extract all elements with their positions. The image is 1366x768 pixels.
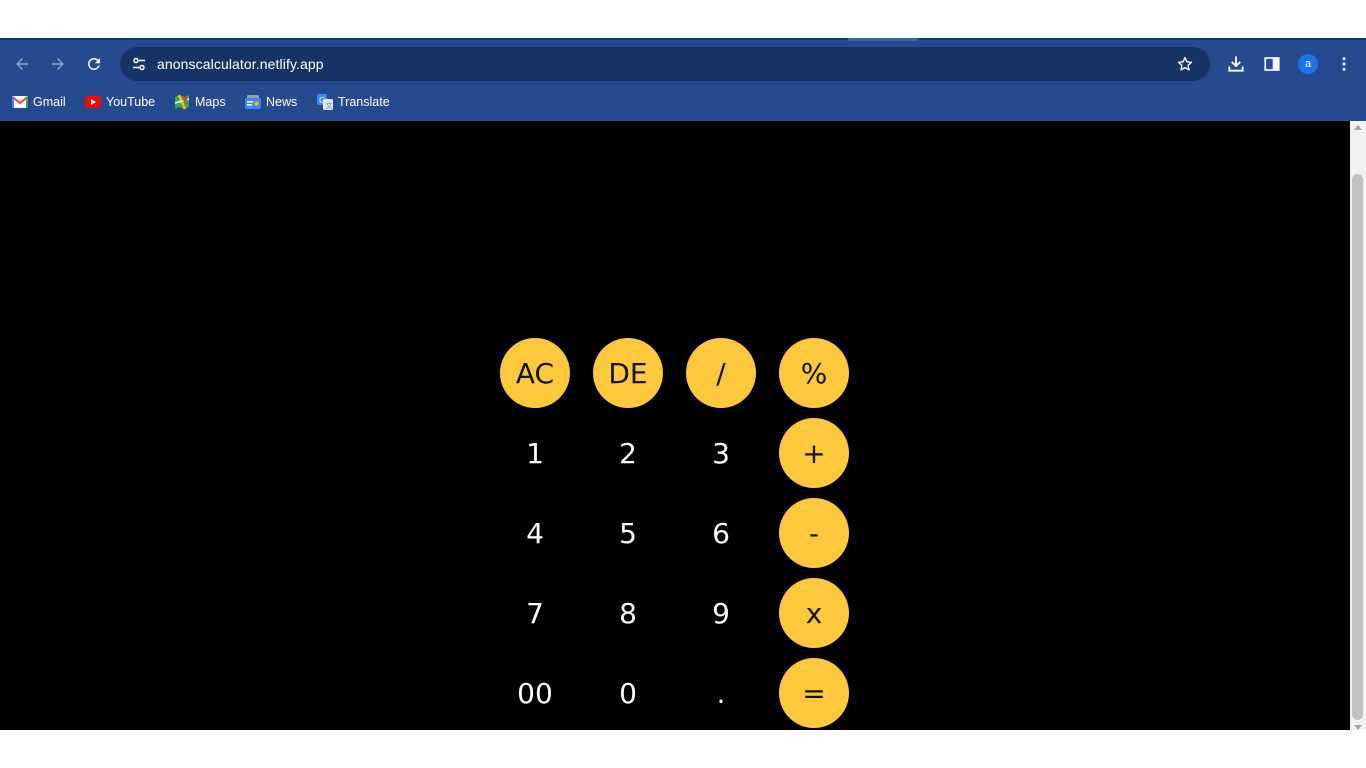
- digit-9-button[interactable]: 9: [686, 578, 756, 648]
- bookmark-youtube[interactable]: YouTube: [85, 92, 155, 112]
- bookmark-gmail[interactable]: Gmail: [12, 92, 66, 112]
- svg-text:文: 文: [326, 101, 333, 110]
- bookmark-maps[interactable]: Maps: [174, 92, 226, 112]
- arrow-left-icon: [16, 58, 28, 70]
- scrollbar-thumb[interactable]: [1352, 174, 1363, 720]
- side-panel-icon[interactable]: [1260, 52, 1284, 76]
- tune-icon[interactable]: [128, 53, 150, 75]
- bookmark-label: Translate: [338, 95, 390, 109]
- bookmarks-bar: Gmail YouTube Maps News G文 Translate: [0, 88, 1366, 116]
- calculator-page: AC DE /% 1 2 3 +4 5 6-7 8 9 x 00 0. =: [0, 121, 1350, 730]
- kebab-menu-icon[interactable]: [1332, 52, 1356, 76]
- download-icon[interactable]: [1224, 52, 1248, 76]
- digit-5-button[interactable]: 5: [593, 498, 663, 568]
- screen-top-margin: [0, 0, 1366, 38]
- back-button[interactable]: [8, 50, 36, 78]
- arrow-right-icon: [52, 58, 64, 70]
- digit-3-button[interactable]: 3: [686, 418, 756, 488]
- digit-0-button[interactable]: 0: [593, 658, 663, 728]
- digit-2-button[interactable]: 2: [593, 418, 663, 488]
- star-icon[interactable]: [1174, 53, 1196, 75]
- screen-bottom-margin: [0, 730, 1366, 768]
- multiply-button[interactable]: x: [779, 578, 849, 648]
- youtube-icon: [85, 94, 101, 110]
- news-icon: [245, 94, 261, 110]
- browser-chrome: anonscalculator.netlify.app a Gmail YouT…: [0, 38, 1366, 121]
- equals-button[interactable]: =: [779, 658, 849, 728]
- double-zero-button[interactable]: 00: [500, 658, 570, 728]
- maps-icon: [174, 94, 190, 110]
- digit-4-button[interactable]: 4: [500, 498, 570, 568]
- plus-button[interactable]: +: [779, 418, 849, 488]
- reload-button[interactable]: [80, 50, 108, 78]
- bookmark-label: News: [266, 95, 298, 109]
- bookmark-news[interactable]: News: [245, 92, 297, 112]
- gmail-icon: [12, 94, 28, 110]
- decimal-point-button[interactable]: .: [686, 658, 756, 728]
- translate-icon: G文: [317, 94, 333, 110]
- bookmark-translate[interactable]: G文 Translate: [317, 92, 390, 112]
- minus-button[interactable]: -: [779, 498, 849, 568]
- forward-button[interactable]: [44, 50, 72, 78]
- page-scrollbar[interactable]: [1350, 121, 1366, 730]
- bookmark-label: YouTube: [106, 95, 156, 109]
- digit-7-button[interactable]: 7: [500, 578, 570, 648]
- browser-toolbar: anonscalculator.netlify.app a: [0, 40, 1366, 88]
- digit-6-button[interactable]: 6: [686, 498, 756, 568]
- delete-button[interactable]: DE: [593, 338, 663, 408]
- digit-1-button[interactable]: 1: [500, 418, 570, 488]
- scroll-up-arrow-icon[interactable]: [1354, 125, 1362, 130]
- reload-icon: [87, 57, 100, 70]
- percent-button[interactable]: %: [779, 338, 849, 408]
- url-text[interactable]: anonscalculator.netlify.app: [157, 56, 324, 72]
- address-bar[interactable]: anonscalculator.netlify.app: [120, 47, 1210, 81]
- all-clear-button[interactable]: AC: [500, 338, 570, 408]
- divide-button[interactable]: /: [686, 338, 756, 408]
- digit-8-button[interactable]: 8: [593, 578, 663, 648]
- profile-avatar[interactable]: a: [1298, 54, 1318, 74]
- bookmark-label: Gmail: [33, 95, 66, 109]
- svg-text:G: G: [319, 96, 325, 105]
- bookmark-label: Maps: [195, 95, 226, 109]
